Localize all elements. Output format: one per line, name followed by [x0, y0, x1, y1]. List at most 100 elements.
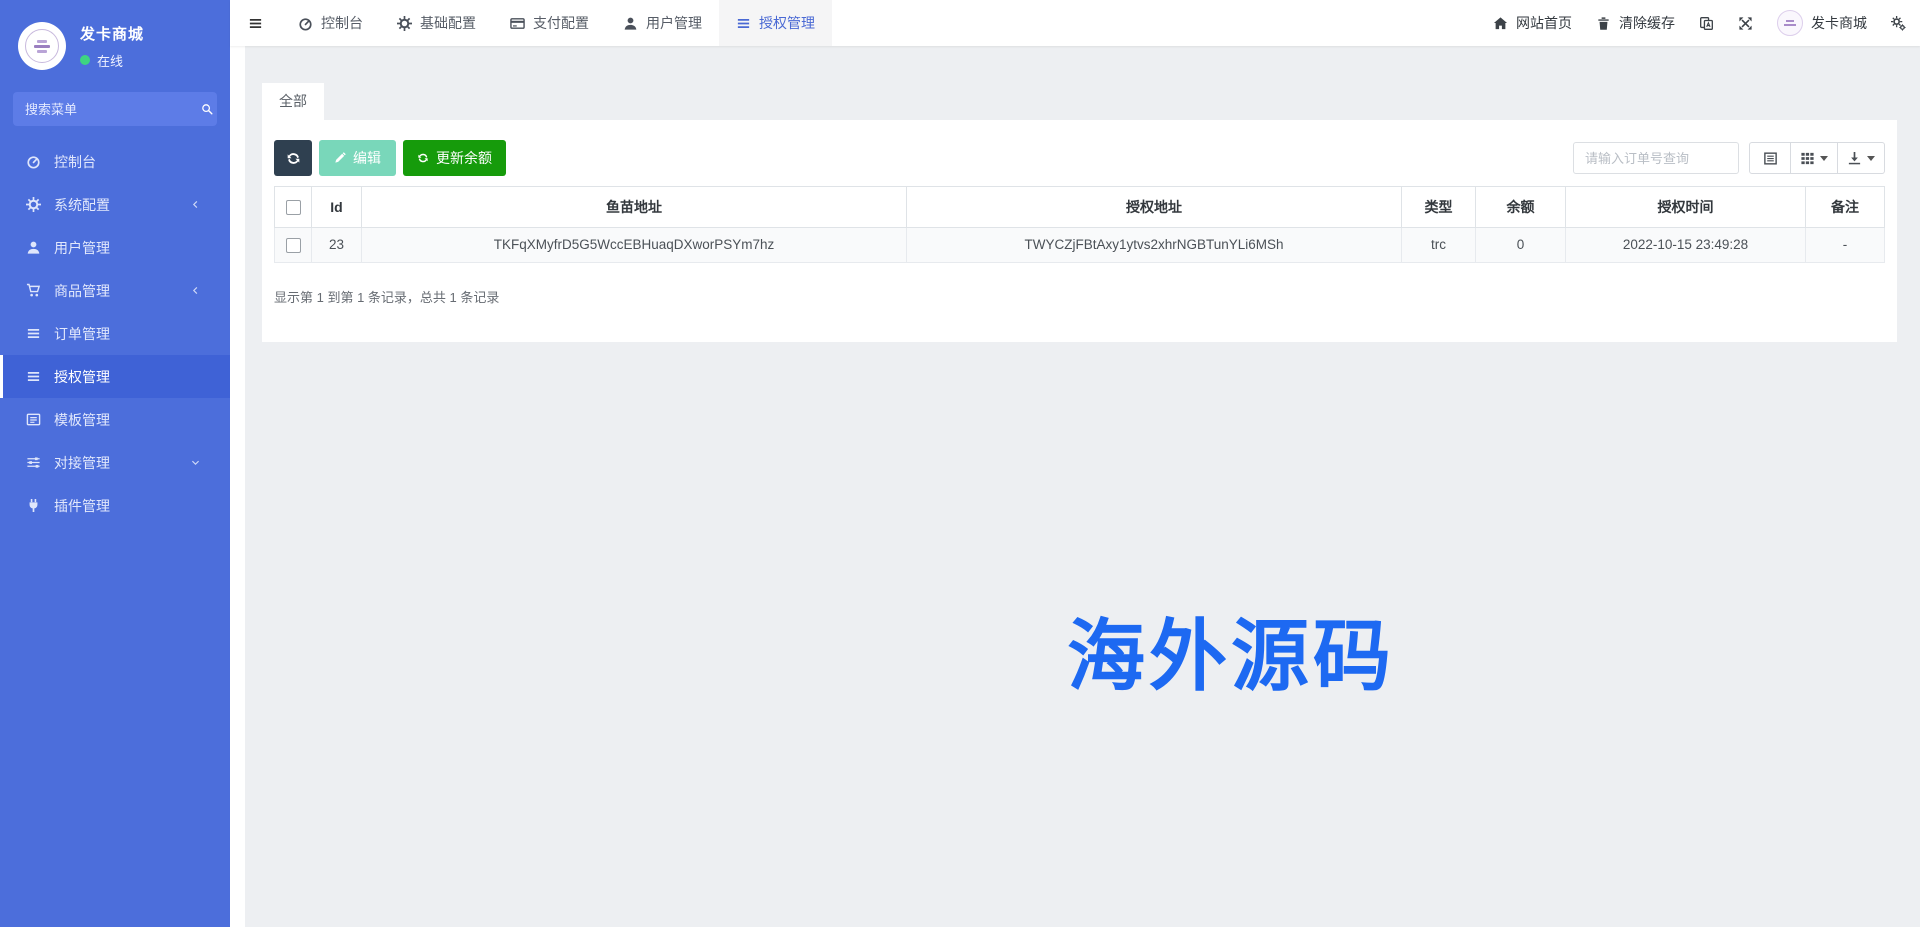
cell-id: 23 [312, 228, 362, 263]
search-icon[interactable] [201, 103, 213, 115]
col-header-remark[interactable]: 备注 [1806, 187, 1885, 228]
sidebar-item-integration-management[interactable]: 对接管理 [0, 441, 230, 484]
sidebar-header: 发卡商城 在线 [0, 0, 230, 76]
pencil-icon [334, 152, 346, 164]
export-button[interactable] [1838, 142, 1885, 174]
topnav-tab-basic-config[interactable]: 基础配置 [380, 0, 493, 46]
refresh-icon [286, 151, 301, 166]
account-label: 发卡商城 [1811, 13, 1867, 33]
credit-card-icon [510, 16, 525, 31]
caret-down-icon [1820, 156, 1828, 161]
user-icon [26, 240, 41, 255]
update-balance-button[interactable]: 更新余额 [403, 140, 506, 176]
sidebar-item-label: 控制台 [54, 152, 96, 172]
user-icon [623, 16, 638, 31]
clear-cache-label: 清除缓存 [1619, 13, 1675, 33]
brand-title: 发卡商城 [80, 23, 144, 44]
cell-auth-address: TWYCZjFBtAxy1ytvs2xhrNGBTunYLi6MSh [907, 228, 1402, 263]
sidebar-item-template-management[interactable]: 模板管理 [0, 398, 230, 441]
account-menu[interactable]: 发卡商城 [1777, 10, 1867, 36]
template-icon [26, 412, 41, 427]
avatar[interactable] [18, 22, 66, 70]
topnav-tab-dashboard[interactable]: 控制台 [281, 0, 380, 46]
col-header-auth-address[interactable]: 授权地址 [907, 187, 1402, 228]
export-icon [1847, 151, 1862, 166]
tab-all[interactable]: 全部 [262, 83, 324, 120]
sidebar-item-label: 用户管理 [54, 238, 110, 258]
language-switch-button[interactable] [1699, 16, 1714, 31]
list-icon [736, 16, 751, 31]
sidebar-item-auth-management[interactable]: 授权管理 [0, 355, 230, 398]
refresh-icon [417, 152, 429, 164]
sidebar-search[interactable] [13, 92, 217, 126]
row-checkbox[interactable] [286, 238, 301, 253]
columns-button[interactable] [1791, 142, 1838, 174]
list-alt-icon [1763, 151, 1778, 166]
toggle-view-button[interactable] [1749, 142, 1791, 174]
cell-balance: 0 [1476, 228, 1566, 263]
brand-logo [25, 29, 59, 63]
edit-button[interactable]: 编辑 [319, 140, 396, 176]
plug-icon [26, 498, 41, 513]
fullscreen-button[interactable] [1738, 16, 1753, 31]
topnav-tab-label: 支付配置 [533, 13, 589, 33]
topnav-tab-user-management[interactable]: 用户管理 [606, 0, 719, 46]
col-header-type[interactable]: 类型 [1402, 187, 1476, 228]
cogs-icon [1891, 16, 1906, 31]
site-home-label: 网站首页 [1516, 13, 1572, 33]
settings-button[interactable] [1891, 16, 1906, 31]
sidebar-item-label: 授权管理 [54, 367, 110, 387]
topbar-right: 网站首页 清除缓存 发卡商城 [1493, 0, 1920, 46]
sidebar-item-product-management[interactable]: 商品管理 [0, 269, 230, 312]
expand-icon [1738, 16, 1753, 31]
sidebar-item-system-config[interactable]: 系统配置 [0, 183, 230, 226]
language-icon [1699, 16, 1714, 31]
sidebar-item-dashboard[interactable]: 控制台 [0, 140, 230, 183]
topnav-tab-auth-management[interactable]: 授权管理 [719, 0, 832, 46]
bars-icon [248, 16, 263, 31]
select-all-checkbox[interactable] [286, 200, 301, 215]
table-toolbar: 编辑 更新余额 [274, 140, 1885, 176]
toolbar-right [1573, 142, 1885, 174]
sidebar-item-user-management[interactable]: 用户管理 [0, 226, 230, 269]
table-row[interactable]: 23 TKFqXMyfrD5G5WccEBHuaqDXworPSYm7hz TW… [275, 228, 1885, 263]
order-search-input[interactable] [1573, 142, 1739, 174]
main-area: 全部 编辑 更新余额 [230, 46, 1920, 927]
topnav-tab-label: 用户管理 [646, 13, 702, 33]
refresh-button[interactable] [274, 140, 312, 176]
sidebar-item-label: 订单管理 [54, 324, 110, 344]
sidebar-item-plugin-management[interactable]: 插件管理 [0, 484, 230, 527]
gear-icon [397, 16, 412, 31]
online-dot [80, 55, 90, 65]
cell-remark: - [1806, 228, 1885, 263]
records-summary: 显示第 1 到第 1 条记录，总共 1 条记录 [274, 287, 1885, 306]
sidebar-item-label: 模板管理 [54, 410, 110, 430]
account-avatar [1777, 10, 1803, 36]
list-icon [26, 326, 41, 341]
edit-button-label: 编辑 [353, 148, 381, 168]
sidebar-item-label: 系统配置 [54, 195, 110, 215]
cell-auth-time: 2022-10-15 23:49:28 [1566, 228, 1806, 263]
topnav-tab-payment-config[interactable]: 支付配置 [493, 0, 606, 46]
col-header-auth-time[interactable]: 授权时间 [1566, 187, 1806, 228]
table-header-row: Id 鱼苗地址 授权地址 类型 余额 授权时间 备注 [275, 187, 1885, 228]
home-icon [1493, 16, 1508, 31]
sidebar-menu: 控制台 系统配置 用户管理 商品管理 订单管理 授权管理 模板管理 [0, 140, 230, 527]
content-page: 全部 编辑 更新余额 [245, 46, 1920, 927]
site-home-link[interactable]: 网站首页 [1493, 13, 1572, 33]
sidebar-item-order-management[interactable]: 订单管理 [0, 312, 230, 355]
update-balance-label: 更新余额 [436, 148, 492, 168]
clear-cache-button[interactable]: 清除缓存 [1596, 13, 1675, 33]
col-header-balance[interactable]: 余额 [1476, 187, 1566, 228]
online-label: 在线 [97, 51, 123, 70]
filter-tabs-row: 全部 [245, 46, 1920, 120]
chevron-left-icon [190, 199, 201, 210]
auth-table: Id 鱼苗地址 授权地址 类型 余额 授权时间 备注 23 TKFqXMyfrD… [274, 186, 1885, 263]
col-header-id[interactable]: Id [312, 187, 362, 228]
gauge-icon [298, 16, 313, 31]
col-header-seed-address[interactable]: 鱼苗地址 [362, 187, 907, 228]
gauge-icon [26, 154, 41, 169]
list-icon [26, 369, 41, 384]
menu-search-input[interactable] [25, 102, 201, 117]
hamburger-menu-icon[interactable] [230, 0, 281, 46]
